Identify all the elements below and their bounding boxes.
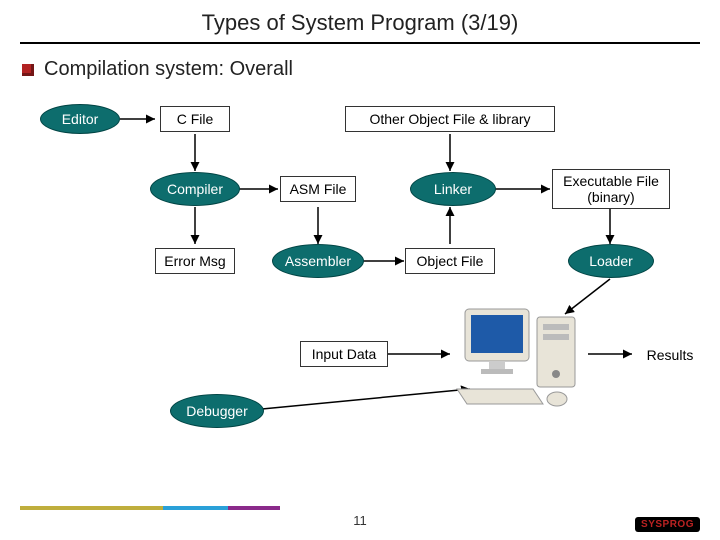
sysprog-logo: SYSPROG [635, 517, 700, 532]
bullet-icon [22, 64, 34, 76]
node-executable-file: Executable File (binary) [552, 169, 670, 209]
node-object-file: Object File [405, 248, 495, 274]
slide-title: Types of System Program (3/19) [0, 0, 720, 42]
node-debugger: Debugger [170, 394, 264, 428]
diagram-canvas: Editor C File Other Object File & librar… [0, 99, 720, 469]
node-input-data: Input Data [300, 341, 388, 367]
node-loader: Loader [568, 244, 654, 278]
node-asm-file: ASM File [280, 176, 356, 202]
node-c-file: C File [160, 106, 230, 132]
node-error-msg: Error Msg [155, 248, 235, 274]
node-assembler: Assembler [272, 244, 364, 278]
footer-color-bar [20, 506, 280, 510]
bullet-text: Compilation system: Overall [44, 58, 293, 81]
node-linker: Linker [410, 172, 496, 206]
title-underline [20, 42, 700, 44]
node-compiler: Compiler [150, 172, 240, 206]
node-editor: Editor [40, 104, 120, 134]
node-other-object-file: Other Object File & library [345, 106, 555, 132]
diagram-arrows [0, 99, 720, 469]
bullet-row: Compilation system: Overall [22, 58, 720, 81]
node-results: Results [635, 344, 705, 366]
computer-illustration [455, 299, 585, 409]
slide-number: 11 [0, 513, 720, 528]
